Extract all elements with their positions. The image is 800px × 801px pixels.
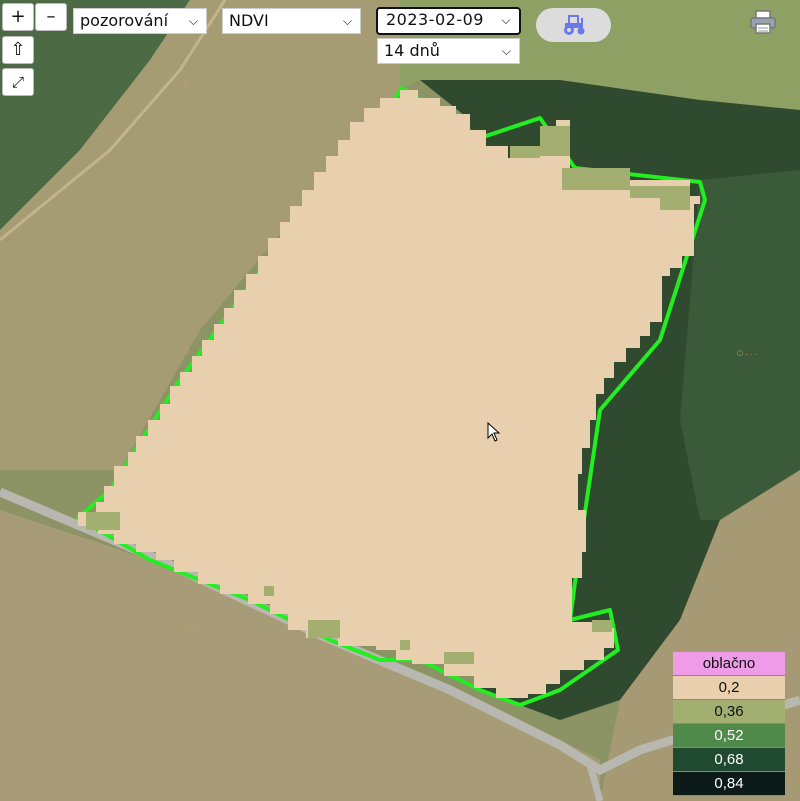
index-select[interactable]: NDVI ⌵ — [222, 8, 361, 34]
date-select[interactable]: 2023-02-09 ⌵ — [376, 7, 521, 35]
legend-item: 0,84 — [673, 772, 785, 796]
legend-item: 0,36 — [673, 700, 785, 724]
printer-icon[interactable] — [750, 10, 776, 34]
fullscreen-button[interactable]: ⤢ — [2, 68, 34, 96]
period-select-value: 14 dnů — [384, 41, 440, 60]
svg-text:○ . . .: ○ . . . — [184, 623, 203, 631]
chevron-down-icon: ⌵ — [501, 44, 511, 58]
mode-select-value: pozorování — [80, 11, 169, 30]
date-select-value: 2023-02-09 — [386, 10, 484, 29]
legend-item: 0,2 — [673, 676, 785, 700]
chevron-down-icon: ⌵ — [501, 13, 511, 27]
chevron-down-icon: ⌵ — [342, 14, 352, 28]
ndvi-legend: oblačno 0,2 0,36 0,52 0,68 0,84 — [673, 652, 785, 796]
mode-select[interactable]: pozorování ⌵ — [73, 8, 207, 34]
legend-item: 0,52 — [673, 724, 785, 748]
legend-item: 0,68 — [673, 748, 785, 772]
svg-text:○ . . .: ○ . . . — [737, 349, 756, 357]
index-select-value: NDVI — [229, 11, 269, 30]
zoom-out-button[interactable]: – — [35, 3, 67, 31]
svg-text:○ . . .: ○ . . . — [184, 79, 203, 87]
period-select[interactable]: 14 dnů ⌵ — [377, 38, 520, 64]
mouse-cursor-icon — [487, 422, 501, 442]
home-button[interactable]: ⇧ — [2, 36, 34, 64]
chevron-down-icon: ⌵ — [188, 14, 198, 28]
legend-item: oblačno — [673, 652, 785, 676]
tractor-icon — [563, 15, 584, 35]
svg-text:○ . . .: ○ . . . — [184, 347, 203, 355]
tractor-button[interactable] — [536, 8, 611, 42]
zoom-in-button[interactable]: + — [2, 3, 34, 31]
